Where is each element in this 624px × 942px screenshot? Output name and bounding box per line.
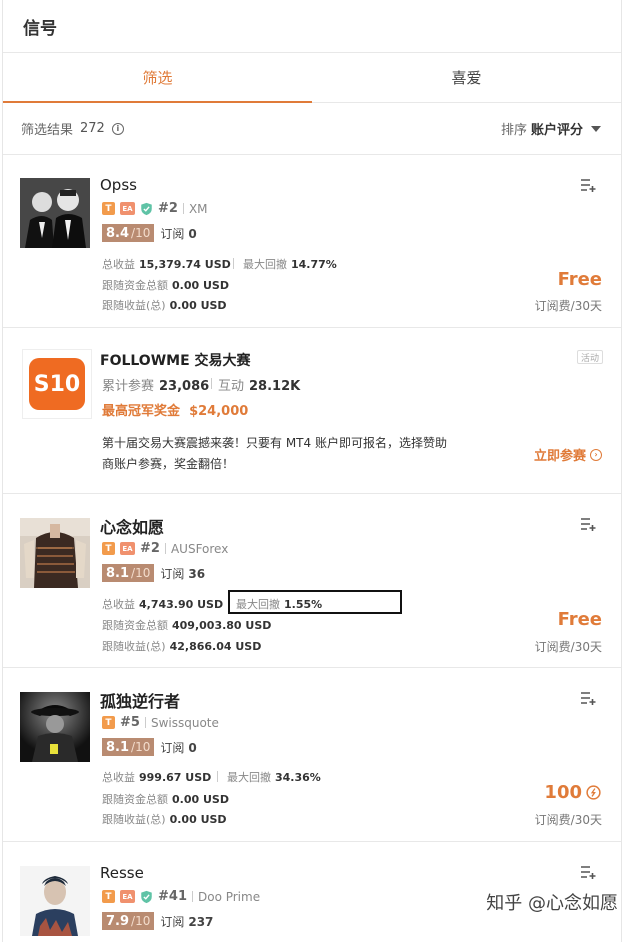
price-period: 订阅费/30天 [534, 813, 602, 827]
highlight-box [228, 590, 402, 614]
coin-icon [586, 785, 601, 800]
price: Free [557, 269, 602, 290]
join-contest-link[interactable]: 立即参赛 › [534, 445, 602, 464]
tab-favorites[interactable]: 喜爱 [312, 53, 621, 102]
subscriptions: 订阅 0 [160, 740, 197, 755]
t-badge: T [102, 542, 115, 555]
score-badge: 8.4/10 [102, 224, 155, 242]
max-drawdown: 最大回撤 34.36% [227, 771, 321, 784]
promo-title[interactable]: FOLLOWME 交易大赛 [100, 350, 251, 370]
caret-down-icon [591, 125, 601, 132]
divider [164, 543, 166, 554]
verified-shield-icon [141, 202, 152, 215]
divider [217, 771, 218, 782]
top-prize: 最高冠军奖金 $24,000 [102, 404, 249, 419]
add-to-list-icon[interactable] [580, 691, 596, 705]
divider [3, 493, 621, 494]
filter-bar: 筛选结果 272 i 排序 账户评分 [3, 103, 621, 155]
score-badge: 8.1/10 [102, 564, 155, 582]
participants: 累计参赛 23,086 [102, 379, 210, 394]
divider [182, 203, 184, 214]
add-to-list-icon[interactable] [580, 865, 596, 879]
divider [3, 327, 621, 328]
t-badge: T [102, 890, 115, 903]
divider [144, 717, 146, 728]
divider [3, 667, 621, 668]
total-profit: 总收益 4,743.90 USD [102, 598, 224, 611]
t-badge: T [102, 716, 115, 729]
avatar [20, 178, 90, 248]
score-badge: 7.9/10 [102, 912, 155, 930]
signal-name[interactable]: 心念如愿 [100, 514, 164, 538]
divider [3, 841, 621, 842]
signal-name[interactable]: Opss [100, 176, 137, 194]
tab-filter[interactable]: 筛选 [3, 53, 312, 103]
t-badge: T [102, 202, 115, 215]
add-to-list-icon[interactable] [580, 178, 596, 192]
ea-badge: EA [120, 542, 135, 555]
price-period: 订阅费/30天 [534, 640, 602, 654]
rank: #2 [140, 541, 160, 556]
divider [211, 378, 212, 389]
interactions: 互动 28.12K [218, 379, 301, 394]
verified-shield-icon [141, 890, 152, 903]
sort-label: 排序 [500, 123, 527, 138]
follow-profit: 跟随收益(总) 0.00 USD [102, 813, 227, 826]
promo-description: 第十届交易大赛震撼来袭！只要有 MT4 账户即可报名，选择赞助商账户参赛，奖金翻… [102, 436, 447, 471]
avatar [20, 692, 90, 762]
signal-name[interactable]: 孤独逆行者 [100, 688, 180, 712]
activity-tag: 活动 [576, 350, 603, 364]
broker: AUSForex [170, 541, 229, 556]
rank: #5 [120, 715, 140, 730]
follow-profit: 跟随收益(总) 42,866.04 USD [102, 640, 262, 653]
subscriptions: 订阅 237 [160, 914, 214, 929]
follow-funds: 跟随资金总额 0.00 USD [102, 279, 229, 292]
page-header: 信号 [3, 0, 621, 53]
subscriptions: 订阅 0 [160, 226, 197, 241]
chevron-right-icon: › [590, 448, 602, 461]
page-title: 信号 [23, 18, 57, 39]
ea-badge: EA [120, 890, 135, 903]
follow-profit: 跟随收益(总) 0.00 USD [102, 299, 227, 312]
info-icon[interactable]: i [111, 122, 124, 135]
contest-logo: S10 [22, 349, 92, 419]
score-badge: 8.1/10 [102, 738, 155, 756]
sort-dropdown[interactable]: 排序 账户评分 [501, 119, 601, 138]
ea-badge: EA [120, 202, 135, 215]
divider [233, 258, 234, 269]
total-profit: 总收益 15,379.74 USD [102, 258, 231, 271]
broker: Doo Prime [197, 889, 261, 904]
follow-funds: 跟随资金总额 0.00 USD [102, 793, 229, 806]
broker: Swissquote [150, 715, 219, 730]
max-drawdown: 最大回撤 14.77% [243, 258, 337, 271]
tab-bar: 筛选 喜爱 [3, 53, 621, 103]
follow-funds: 跟随资金总额 409,003.80 USD [102, 619, 272, 632]
total-profit: 总收益 999.67 USD [102, 771, 212, 784]
sort-value: 账户评分 [530, 123, 583, 138]
result-count: 272 [80, 121, 105, 136]
rank: #41 [158, 889, 187, 904]
subscriptions: 订阅 36 [160, 566, 206, 581]
price-period: 订阅费/30天 [534, 299, 602, 313]
watermark: 知乎 @心念如愿 [486, 893, 618, 914]
add-to-list-icon[interactable] [580, 517, 596, 531]
signal-name[interactable]: Resse [100, 864, 144, 882]
price: 100 [544, 782, 582, 803]
avatar [20, 866, 90, 936]
rank: #2 [158, 201, 178, 216]
broker: XM [188, 201, 208, 216]
price: Free [557, 609, 602, 630]
result-label: 筛选结果 [21, 123, 74, 138]
avatar [20, 518, 90, 588]
divider [191, 891, 193, 902]
